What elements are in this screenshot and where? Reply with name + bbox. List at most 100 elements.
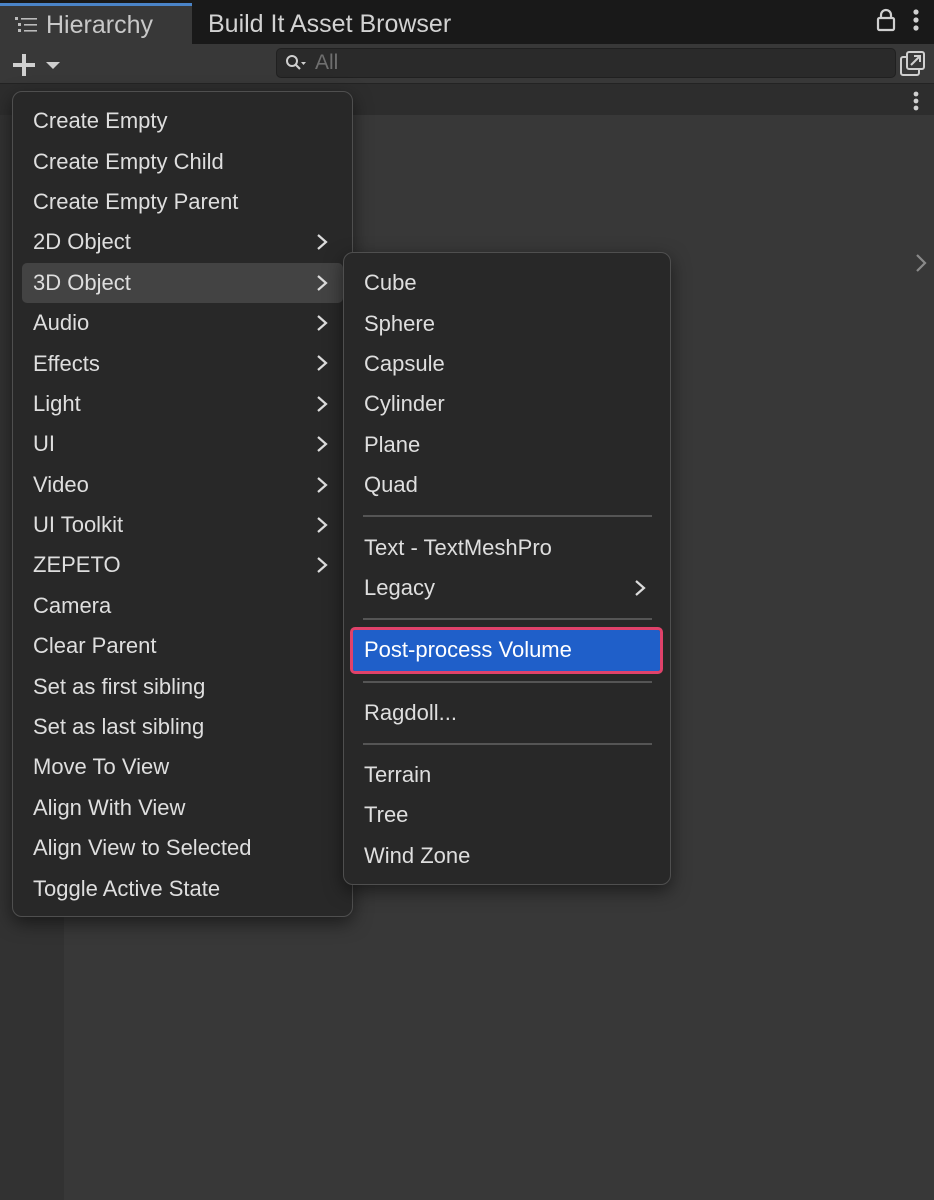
menu-item-label: Camera — [33, 592, 112, 618]
hierarchy-toolbar — [0, 44, 934, 84]
menu-item-label: Toggle Active State — [33, 875, 221, 901]
search-icon — [286, 55, 306, 70]
search-popout-icon[interactable] — [898, 50, 926, 78]
menu-item-2d-object[interactable]: 2D Object — [22, 222, 343, 262]
menu-item-clear-parent[interactable]: Clear Parent — [22, 626, 343, 666]
submenu-arrow-icon — [317, 557, 328, 574]
menu-item-label: Clear Parent — [33, 633, 157, 659]
menu-item-label: Create Empty Child — [33, 148, 224, 174]
menu-separator — [363, 680, 652, 683]
tab-asset-browser-label: Build It Asset Browser — [208, 9, 452, 38]
menu-item-zepeto[interactable]: ZEPETO — [22, 545, 343, 585]
create-context-menu: Create Empty Create Empty Child Create E… — [12, 91, 353, 917]
submenu-item-text-textmeshpro[interactable]: Text - TextMeshPro — [353, 527, 661, 567]
menu-separator — [363, 515, 652, 518]
submenu-arrow-icon — [317, 355, 328, 372]
menu-item-label: UI Toolkit — [33, 512, 124, 538]
submenu-item-cylinder[interactable]: Cylinder — [353, 384, 661, 424]
menu-item-label: Plane — [364, 431, 421, 457]
menu-item-ui-toolkit[interactable]: UI Toolkit — [22, 505, 343, 545]
submenu-item-post-process-volume[interactable]: Post-process Volume — [350, 627, 663, 674]
submenu-item-cube[interactable]: Cube — [353, 263, 661, 303]
plus-icon — [13, 54, 35, 76]
menu-item-create-empty-parent[interactable]: Create Empty Parent — [22, 182, 343, 222]
scene-kebab-icon[interactable] — [912, 90, 920, 112]
submenu-arrow-icon — [317, 234, 328, 250]
menu-separator — [363, 618, 652, 621]
menu-item-label: Audio — [33, 310, 90, 336]
submenu-item-quad[interactable]: Quad — [353, 465, 661, 505]
menu-item-ui[interactable]: UI — [22, 424, 343, 464]
menu-item-audio[interactable]: Audio — [22, 303, 343, 343]
menu-item-effects[interactable]: Effects — [22, 343, 343, 383]
menu-item-label: Set as last sibling — [33, 714, 205, 740]
menu-item-video[interactable]: Video — [22, 465, 343, 505]
menu-item-camera[interactable]: Camera — [22, 586, 343, 626]
submenu-arrow-icon — [317, 436, 328, 452]
3d-object-submenu: Cube Sphere Capsule Cylinder Plane Quad … — [343, 252, 671, 885]
menu-item-label: UI — [33, 431, 55, 457]
menu-item-create-empty[interactable]: Create Empty — [22, 101, 343, 141]
menu-item-label: Set as first sibling — [33, 673, 206, 699]
menu-item-label: Terrain — [364, 762, 432, 788]
tab-build-it-asset-browser[interactable]: Build It Asset Browser — [192, 4, 451, 44]
menu-item-label: Video — [33, 471, 89, 497]
submenu-item-sphere[interactable]: Sphere — [353, 303, 661, 343]
lock-icon[interactable] — [876, 8, 896, 32]
menu-item-label: Move To View — [33, 754, 170, 780]
menu-separator — [363, 742, 652, 745]
menu-item-label: Sphere — [364, 310, 435, 336]
menu-item-light[interactable]: Light — [22, 384, 343, 424]
menu-item-label: Quad — [364, 472, 418, 498]
submenu-arrow-icon — [317, 517, 328, 533]
create-dropdown-button[interactable] — [10, 50, 68, 80]
submenu-item-legacy[interactable]: Legacy — [353, 568, 661, 608]
hierarchy-list-icon — [15, 17, 37, 32]
menu-item-toggle-active-state[interactable]: Toggle Active State — [22, 868, 343, 908]
menu-item-label: Post-process Volume — [364, 637, 572, 663]
submenu-arrow-icon — [317, 274, 328, 291]
menu-item-label: Text - TextMeshPro — [364, 534, 552, 560]
menu-item-label: 2D Object — [33, 229, 131, 255]
search-input[interactable] — [315, 51, 875, 75]
kebab-menu-icon[interactable] — [912, 8, 920, 32]
chevron-right-icon[interactable] — [914, 252, 928, 274]
menu-item-label: Effects — [33, 350, 100, 376]
menu-item-label: Create Empty — [33, 108, 168, 134]
submenu-item-terrain[interactable]: Terrain — [353, 755, 661, 795]
submenu-item-capsule[interactable]: Capsule — [353, 344, 661, 384]
tab-hierarchy[interactable]: Hierarchy — [0, 3, 192, 44]
menu-item-label: Cylinder — [364, 391, 445, 417]
tab-hierarchy-label: Hierarchy — [46, 10, 153, 39]
menu-item-align-view-to-selected[interactable]: Align View to Selected — [22, 828, 343, 868]
menu-item-create-empty-child[interactable]: Create Empty Child — [22, 141, 343, 181]
submenu-item-tree[interactable]: Tree — [353, 795, 661, 835]
menu-item-move-to-view[interactable]: Move To View — [22, 747, 343, 787]
menu-item-label: Align With View — [33, 794, 186, 820]
search-field[interactable] — [276, 48, 896, 78]
submenu-arrow-icon — [317, 315, 328, 331]
submenu-arrow-icon — [317, 476, 328, 493]
submenu-item-wind-zone[interactable]: Wind Zone — [353, 836, 661, 876]
menu-item-3d-object[interactable]: 3D Object — [22, 262, 343, 303]
menu-item-set-last-sibling[interactable]: Set as last sibling — [22, 707, 343, 747]
menu-item-label: Legacy — [364, 574, 435, 600]
menu-item-label: 3D Object — [33, 269, 131, 295]
menu-item-label: Ragdoll... — [364, 699, 457, 725]
menu-item-label: Wind Zone — [364, 842, 471, 868]
menu-item-label: Create Empty Parent — [33, 188, 239, 214]
menu-item-set-first-sibling[interactable]: Set as first sibling — [22, 666, 343, 706]
tab-bar: Hierarchy Build It Asset Browser — [0, 0, 934, 44]
menu-item-label: Light — [33, 390, 81, 416]
menu-item-label: ZEPETO — [33, 552, 121, 578]
submenu-arrow-icon — [635, 579, 646, 596]
dropdown-triangle-icon — [46, 62, 60, 69]
menu-item-label: Capsule — [364, 350, 445, 376]
menu-item-label: Align View to Selected — [33, 835, 252, 861]
submenu-arrow-icon — [317, 395, 328, 412]
menu-item-label: Tree — [364, 802, 409, 828]
submenu-item-ragdoll[interactable]: Ragdoll... — [353, 693, 661, 733]
menu-item-align-with-view[interactable]: Align With View — [22, 788, 343, 828]
submenu-item-plane[interactable]: Plane — [353, 425, 661, 465]
menu-item-label: Cube — [364, 270, 417, 296]
